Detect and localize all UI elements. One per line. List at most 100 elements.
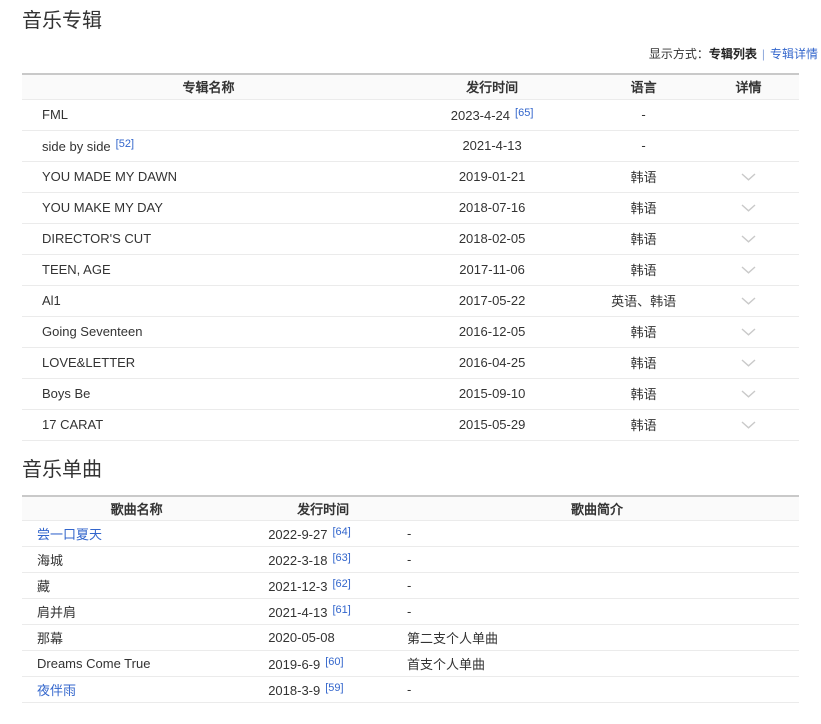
citation-ref-link[interactable]: [59] <box>325 682 343 694</box>
singles-table-body: 尝一口夏天 2022-9-27 [64] - 海城 2022-3-18[63] -… <box>22 521 799 703</box>
album-language-cell: 韩语 <box>589 192 698 223</box>
album-name: 17 CARAT <box>42 417 103 432</box>
chevron-down-icon[interactable] <box>741 359 756 367</box>
chevron-down-icon[interactable] <box>741 390 756 398</box>
chevron-down-icon[interactable] <box>741 173 756 181</box>
album-table-row: TEEN, AGE 2017-11-06 韩语 <box>22 254 799 285</box>
citation-ref-link[interactable]: [60] <box>325 656 343 668</box>
album-detail-cell <box>698 223 799 254</box>
album-name-cell: YOU MADE MY DAWN <box>22 161 395 192</box>
citation-ref-link[interactable]: [61] <box>332 604 350 616</box>
album-detail-cell <box>698 378 799 409</box>
album-detail-cell <box>698 316 799 347</box>
single-table-row: 那幕 2020-05-08 第二支个人单曲 <box>22 625 799 651</box>
album-name-cell: side by side [52] <box>22 130 395 161</box>
album-name: side by side <box>42 139 111 154</box>
song-intro-cell: - <box>395 677 799 703</box>
album-name-cell: 17 CARAT <box>22 409 395 440</box>
chevron-down-icon[interactable] <box>741 421 756 429</box>
song-name-cell: Dreams Come True <box>22 651 251 677</box>
album-detail-cell <box>698 130 799 161</box>
album-table-row: side by side [52] 2021-4-13 - <box>22 130 799 161</box>
chevron-down-icon[interactable] <box>741 297 756 305</box>
album-detail-cell <box>698 409 799 440</box>
albums-table: 专辑名称 发行时间 语言 详情 FML 2023-4-24 [65] - side… <box>22 73 799 441</box>
header-row: 专辑名称 发行时间 语言 详情 <box>22 74 799 99</box>
album-detail-cell <box>698 254 799 285</box>
column-header-release-date: 发行时间 <box>395 74 589 99</box>
single-table-row: 海城 2022-3-18[63] - <box>22 547 799 573</box>
album-release-date: 2019-01-21 <box>459 169 526 184</box>
albums-section-title: 音乐专辑 <box>22 8 799 34</box>
citation-ref-link[interactable]: [62] <box>332 578 350 590</box>
album-language-cell: 韩语 <box>589 347 698 378</box>
display-mode-toggle: 显示方式：专辑列表|专辑详情 <box>649 46 818 62</box>
album-detail-cell <box>698 347 799 378</box>
album-language-cell: 韩语 <box>589 378 698 409</box>
chevron-down-icon[interactable] <box>741 328 756 336</box>
song-name[interactable]: 夜伴雨 <box>37 683 76 698</box>
album-name-cell: Going Seventeen <box>22 316 395 347</box>
page: 音乐专辑 显示方式：专辑列表|专辑详情 专辑名称 发行时间 语言 详情 FML … <box>0 0 821 724</box>
display-mode-option-list[interactable]: 专辑列表 <box>709 47 757 61</box>
album-name-cell: TEEN, AGE <box>22 254 395 285</box>
song-name-cell: 肩并肩 <box>22 599 251 625</box>
album-language-cell: 韩语 <box>589 409 698 440</box>
album-table-row: YOU MAKE MY DAY 2018-07-16 韩语 <box>22 192 799 223</box>
citation-ref-link[interactable]: [63] <box>332 552 350 564</box>
album-name: Al1 <box>42 293 61 308</box>
song-release-date: 2022-9-27 <box>268 527 327 542</box>
albums-table-header: 专辑名称 发行时间 语言 详情 <box>22 74 799 99</box>
album-release-date: 2023-4-24 <box>451 108 510 123</box>
column-header-language: 语言 <box>589 74 698 99</box>
album-language-cell: 英语、韩语 <box>589 285 698 316</box>
chevron-down-icon[interactable] <box>741 204 756 212</box>
song-release-date-cell: 2019-6-9 [60] <box>251 651 395 677</box>
album-name: Going Seventeen <box>42 324 142 339</box>
album-release-date: 2015-09-10 <box>459 386 526 401</box>
single-table-row: 尝一口夏天 2022-9-27 [64] - <box>22 521 799 547</box>
album-name-cell: Al1 <box>22 285 395 316</box>
album-language-cell: 韩语 <box>589 254 698 285</box>
display-mode-separator: | <box>762 47 765 61</box>
song-name: 海城 <box>37 553 63 568</box>
album-table-row: FML 2023-4-24 [65] - <box>22 99 799 130</box>
citation-ref-link[interactable]: [65] <box>515 107 533 119</box>
album-name-cell: FML <box>22 99 395 130</box>
song-intro-cell: - <box>395 599 799 625</box>
album-language-cell: - <box>589 99 698 130</box>
album-release-date-cell: 2018-02-05 <box>395 223 589 254</box>
album-release-date: 2016-04-25 <box>459 355 526 370</box>
album-release-date: 2017-11-06 <box>459 262 525 277</box>
album-release-date-cell: 2019-01-21 <box>395 161 589 192</box>
song-release-date: 2021-12-3 <box>268 579 327 594</box>
album-name: FML <box>42 107 68 122</box>
song-name-cell: 那幕 <box>22 625 251 651</box>
album-release-date-cell: 2015-05-29 <box>395 409 589 440</box>
display-mode-option-detail[interactable]: 专辑详情 <box>770 47 818 61</box>
single-table-row: Dreams Come True 2019-6-9 [60] 首支个人单曲 <box>22 651 799 677</box>
song-name: 藏 <box>37 579 50 594</box>
album-language-cell: - <box>589 130 698 161</box>
song-name[interactable]: 尝一口夏天 <box>37 527 102 542</box>
chevron-down-icon[interactable] <box>741 235 756 243</box>
album-release-date: 2021-4-13 <box>462 138 521 153</box>
song-release-date-cell: 2020-05-08 <box>251 625 395 651</box>
citation-ref-link[interactable]: [52] <box>116 138 134 150</box>
song-release-date-cell: 2022-9-27 [64] <box>251 521 395 547</box>
single-table-row: 夜伴雨 2018-3-9[59] - <box>22 677 799 703</box>
song-intro-cell: 首支个人单曲 <box>395 651 799 677</box>
column-header-song-intro: 歌曲简介 <box>395 496 799 521</box>
song-name-cell: 海城 <box>22 547 251 573</box>
column-header-album-name: 专辑名称 <box>22 74 395 99</box>
song-name: 那幕 <box>37 631 63 646</box>
album-table-row: LOVE&LETTER 2016-04-25 韩语 <box>22 347 799 378</box>
album-release-date: 2018-02-05 <box>459 231 526 246</box>
chevron-down-icon[interactable] <box>741 266 756 274</box>
album-release-date-cell: 2018-07-16 <box>395 192 589 223</box>
song-intro-cell: - <box>395 521 799 547</box>
album-name: Boys Be <box>42 386 90 401</box>
citation-ref-link[interactable]: [64] <box>332 526 350 538</box>
song-release-date: 2019-6-9 <box>268 657 320 672</box>
header-row: 歌曲名称 发行时间 歌曲简介 <box>22 496 799 521</box>
